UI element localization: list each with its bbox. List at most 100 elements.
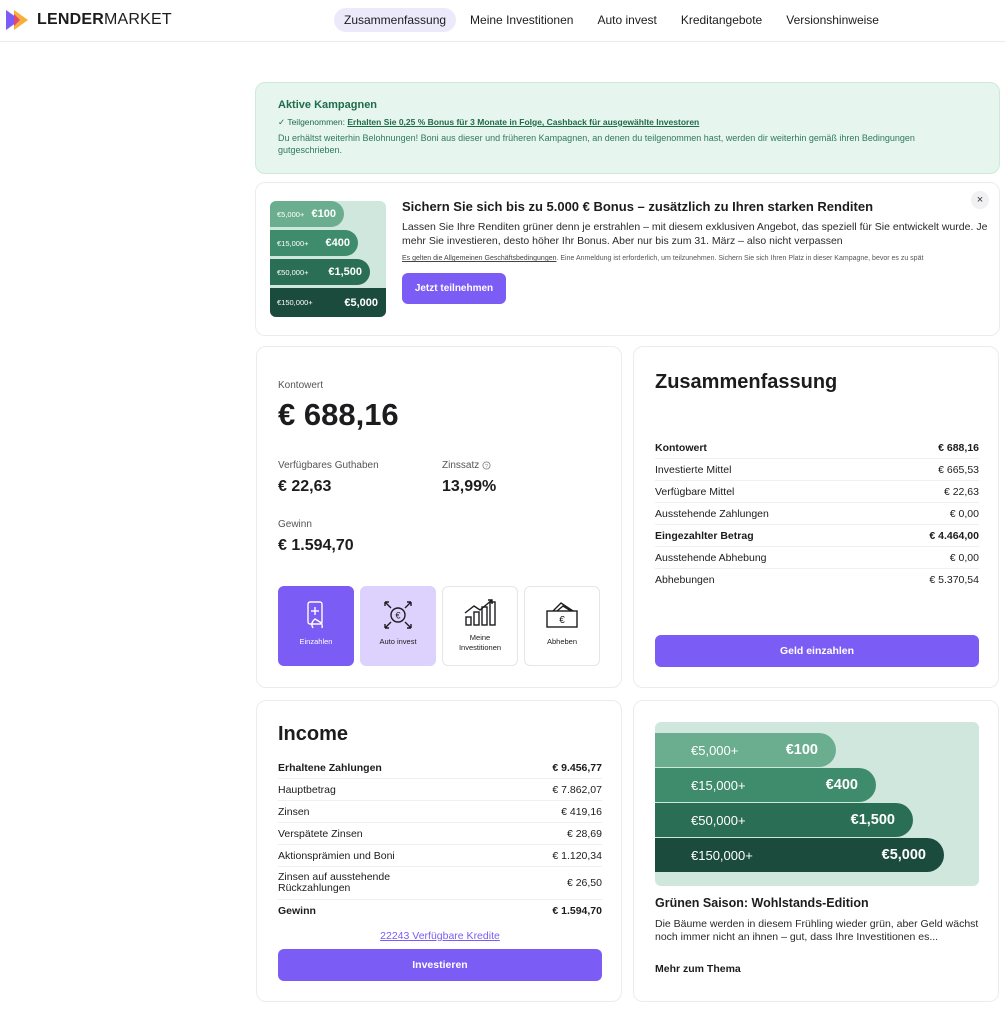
close-icon[interactable]: ×	[971, 191, 989, 209]
promo-tier: €5,000+ €100	[270, 201, 344, 227]
row-value: € 5.370,54	[929, 574, 979, 586]
tier-min: €5,000+	[691, 742, 739, 758]
my-investments-action-label: Meine Investitionen	[458, 633, 502, 652]
account-value-label: Kontowert	[278, 380, 324, 391]
nav-versionshinweise[interactable]: Versionshinweise	[776, 8, 889, 32]
row-label: Ausstehende Abhebung	[655, 551, 767, 564]
income-row: Gewinn € 1.594,70	[278, 900, 602, 922]
promo-tier: €50,000+ €1,500	[270, 259, 370, 285]
row-value: € 22,63	[943, 485, 979, 498]
income-row: Zinsen € 419,16	[278, 801, 602, 823]
row-value: € 28,69	[566, 827, 602, 840]
row-value: € 4.464,00	[929, 529, 979, 542]
tier-bonus: €100	[311, 208, 336, 220]
available-balance-label: Verfügbares Guthaben	[278, 460, 379, 471]
withdraw-action-label: Abheben	[546, 637, 578, 646]
profit-value: € 1.594,70	[278, 537, 354, 554]
tier-min: €5,000+	[277, 209, 305, 219]
tier-bonus: €5,000	[881, 847, 926, 863]
read-more-link[interactable]: Mehr zum Thema	[655, 963, 741, 975]
article-tier: €150,000+ €5,000	[655, 838, 944, 872]
info-icon[interactable]: ?	[482, 461, 491, 470]
tier-bonus: €400	[325, 237, 350, 249]
profit-label: Gewinn	[278, 519, 312, 530]
row-label: Zinsen auf ausstehende Rückzahlungen	[278, 871, 391, 894]
nav-zusammenfassung[interactable]: Zusammenfassung	[334, 8, 457, 32]
deposit-action-button[interactable]: Einzahlen	[278, 586, 354, 666]
article-tier: €5,000+ €100	[655, 733, 836, 767]
income-title: Income	[278, 723, 349, 745]
row-value: € 1.594,70	[552, 905, 602, 917]
campaign-text: Du erhältst weiterhin Belohnungen! Boni …	[278, 133, 915, 155]
summary-card: Zusammenfassung Kontowert € 688,16 Invest…	[633, 346, 999, 688]
summary-row: Verfügbare Mittel € 22,63	[655, 481, 979, 503]
deposit-money-button[interactable]: Geld einzahlen	[655, 635, 979, 667]
row-label: Eingezahlter Betrag	[655, 529, 754, 542]
logo[interactable]: LENDERMARKET	[6, 9, 172, 31]
auto-invest-action-button[interactable]: € Auto invest	[360, 586, 436, 666]
summary-table: Kontowert € 688,16 Investierte Mittel € 66…	[655, 437, 979, 591]
svg-text:?: ?	[485, 464, 488, 470]
row-value: € 1.120,34	[552, 849, 602, 862]
tier-bonus: €100	[785, 742, 818, 758]
terms-link[interactable]: Es gelten die Allgemeinen Geschäftsbedin…	[402, 255, 557, 262]
tier-bonus: €1,500	[328, 266, 362, 278]
promo-terms: Es gelten die Allgemeinen Geschäftsbedin…	[402, 254, 992, 265]
promo-tier: €15,000+ €400	[270, 230, 358, 256]
row-value: € 26,50	[566, 876, 602, 889]
available-credits-link[interactable]: 22243 Verfügbare Kredite	[257, 930, 623, 942]
income-row: Erhaltene Zahlungen € 9.456,77	[278, 757, 602, 779]
promo-tier-image: €5,000+ €100 €15,000+ €400 €50,000+ €1,500 …	[270, 201, 386, 317]
article-tier: €50,000+ €1,500	[655, 803, 913, 837]
promo-title: Sichern Sie sich bis zu 5.000 € Bonus – …	[402, 199, 874, 214]
tier-bonus: €400	[825, 777, 858, 793]
row-value: € 7.862,07	[552, 783, 602, 796]
row-label: Aktionsprämien und Boni	[278, 849, 395, 862]
active-campaigns-banner: Aktive Kampagnen ✓ Teilgenommen: Erhalte…	[255, 82, 1000, 174]
interest-rate-label: Zinssatz ?	[442, 460, 491, 471]
summary-row: Abhebungen € 5.370,54	[655, 569, 979, 591]
withdraw-cash-icon: €	[546, 602, 578, 628]
nav-auto-invest[interactable]: Auto invest	[587, 8, 666, 32]
summary-row: Ausstehende Abhebung € 0,00	[655, 547, 979, 569]
promo-description: Lassen Sie Ihre Renditen grüner denn je …	[402, 221, 988, 247]
my-investments-action-button[interactable]: Meine Investitionen	[442, 586, 518, 666]
row-label: Verspätete Zinsen	[278, 827, 363, 840]
row-label: Gewinn	[278, 905, 316, 917]
account-value: € 688,16	[278, 397, 399, 432]
invest-button[interactable]: Investieren	[278, 949, 602, 981]
income-row: Verspätete Zinsen € 28,69	[278, 823, 602, 845]
tier-min: €15,000+	[277, 238, 309, 248]
row-label: Hauptbetrag	[278, 783, 336, 796]
auto-invest-icon: €	[384, 601, 412, 629]
nav-kreditangebote[interactable]: Kreditangebote	[671, 8, 772, 32]
nav-meine-investitionen[interactable]: Meine Investitionen	[460, 8, 583, 32]
withdraw-action-button[interactable]: € Abheben	[524, 586, 600, 666]
income-row: Zinsen auf ausstehende Rückzahlungen € 26…	[278, 867, 602, 900]
join-now-button[interactable]: Jetzt teilnehmen	[402, 272, 506, 304]
main-nav: Zusammenfassung Meine Investitionen Auto…	[334, 8, 893, 32]
tier-min: €150,000+	[691, 847, 753, 863]
income-card: Income Erhaltene Zahlungen € 9.456,77 Hau…	[256, 700, 622, 1002]
svg-text:€: €	[559, 615, 565, 626]
interest-label-text: Zinssatz	[442, 460, 480, 471]
summary-title: Zusammenfassung	[655, 371, 838, 393]
lendermarket-logo-icon	[6, 10, 28, 30]
promo-tier: €150,000+ €5,000	[270, 288, 386, 317]
row-label: Investierte Mittel	[655, 463, 732, 476]
auto-invest-action-label: Auto invest	[379, 637, 417, 646]
deposit-phone-icon	[307, 601, 323, 629]
income-row: Aktionsprämien und Boni € 1.120,34	[278, 845, 602, 867]
deposit-action-label: Einzahlen	[299, 637, 333, 646]
income-table: Erhaltene Zahlungen € 9.456,77 Hauptbetra…	[278, 757, 602, 922]
campaign-joined-link[interactable]: Erhalten Sie 0,25 % Bonus für 3 Monate i…	[347, 117, 699, 127]
row-value: € 0,00	[949, 507, 979, 520]
summary-row: Investierte Mittel € 665,53	[655, 459, 979, 481]
terms-text: . Eine Anmeldung ist erforderlich, um te…	[556, 255, 924, 262]
row-label: Abhebungen	[655, 574, 715, 586]
income-row: Hauptbetrag € 7.862,07	[278, 779, 602, 801]
row-value: € 9.456,77	[552, 761, 602, 774]
tier-bonus: €1,500	[850, 812, 895, 828]
campaign-joined: ✓ Teilgenommen: Erhalten Sie 0,25 % Bonu…	[278, 117, 977, 128]
logo-text: LENDERMARKET	[37, 11, 172, 28]
